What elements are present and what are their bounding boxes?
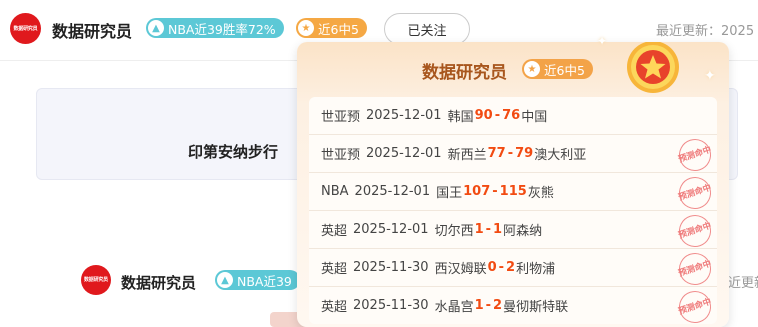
match-home-score: 1: [474, 298, 484, 313]
arrow-up-icon: ▲: [148, 20, 164, 36]
match-home-team: 水晶宫: [434, 300, 474, 315]
avatar-2-text: 数据研究员: [83, 277, 108, 283]
match-league: 英超: [321, 262, 348, 277]
match-league: 世亚预: [321, 110, 361, 125]
match-away-team: 澳大利亚: [534, 148, 587, 163]
match-date: 2025-12-01: [353, 222, 429, 237]
match-row[interactable]: 英超 2025-11-30 西汉姆联 0 - 2 利物浦 预测命中: [309, 248, 717, 290]
match-home-score: 0: [487, 260, 497, 275]
match-away-score: 79: [515, 146, 534, 161]
popover-streak-text: 近6中5: [544, 62, 585, 78]
prediction-hit-stamp: 预测命中: [674, 210, 716, 252]
match-home-team: 国王: [436, 186, 463, 201]
prediction-popover: 数据研究员 ★ 近6中5 世亚预 2025-12-01 韩国 90 - 76 中国 世亚预…: [297, 42, 729, 327]
match-away-team: 曼彻斯特联: [503, 300, 569, 315]
nba-winrate-text-2: NBA近39: [237, 273, 292, 289]
match-list: 世亚预 2025-12-01 韩国 90 - 76 中国 世亚预 2025-12-01 新西兰…: [309, 97, 717, 327]
nba-winrate-text: NBA近39胜率72%: [168, 21, 276, 37]
match-away-score: 1: [493, 222, 503, 237]
match-away-score: 115: [499, 184, 527, 199]
match-league: 英超: [321, 300, 348, 315]
match-league: 世亚预: [321, 148, 361, 163]
match-league: 英超: [321, 224, 348, 239]
match-home-score: 77: [487, 146, 506, 161]
match-score-separator: -: [498, 260, 505, 275]
match-date: 2025-12-01: [366, 108, 442, 123]
streak-text: 近6中5: [318, 21, 359, 37]
avatar[interactable]: 数据研究员: [10, 13, 41, 44]
star-icon: ★: [524, 61, 540, 77]
match-home-team: 韩国: [447, 110, 474, 125]
prediction-hit-stamp: 预测命中: [674, 134, 716, 176]
match-home-team: 西汉姆联: [434, 262, 487, 277]
prediction-hit-stamp: 预测命中: [674, 248, 716, 290]
match-away-score: 76: [502, 108, 521, 123]
match-score-separator: -: [507, 146, 514, 161]
match-date: 2025-11-30: [353, 298, 429, 313]
match-league: NBA: [321, 184, 349, 199]
match-score-separator: -: [485, 298, 492, 313]
match-away-team: 阿森纳: [503, 224, 543, 239]
match-away-team: 利物浦: [516, 262, 556, 277]
prediction-hit-stamp: 预测命中: [674, 286, 716, 327]
sparkle-icon: ✦: [704, 68, 716, 84]
popover-streak-badge: ★ 近6中5: [522, 59, 593, 79]
match-score-separator: -: [485, 222, 492, 237]
match-row[interactable]: 英超 2025-11-30 水晶宫 1 - 2 曼彻斯特联 预测命中: [309, 286, 717, 327]
match-score-separator: -: [492, 184, 498, 199]
match-home-team: 切尔西: [434, 224, 474, 239]
match-home-score: 1: [474, 222, 484, 237]
prediction-hit-stamp: 预测命中: [674, 172, 716, 214]
author-name[interactable]: 数据研究员: [52, 18, 132, 42]
arrow-up-icon: ▲: [217, 272, 233, 288]
match-away-score: 2: [506, 260, 516, 275]
match-date: 2025-12-01: [366, 146, 442, 161]
match-row[interactable]: 世亚预 2025-12-01 新西兰 77 - 79 澳大利亚 预测命中: [309, 134, 717, 176]
match-home-score: 107: [463, 184, 491, 199]
match-away-team: 中国: [521, 110, 548, 125]
match-row[interactable]: 英超 2025-12-01 切尔西 1 - 1 阿森纳 预测命中: [309, 210, 717, 252]
nba-winrate-badge-2: ▲ NBA近39: [215, 270, 300, 290]
medal-star-icon: [627, 42, 679, 93]
match-row[interactable]: NBA 2025-12-01 国王 107 - 115 灰熊 预测命中: [309, 172, 717, 214]
match-home-team: 新西兰: [447, 148, 487, 163]
sparkle-icon: ✦: [597, 34, 608, 48]
author-name-2[interactable]: 数据研究员: [121, 272, 196, 293]
match-date: 2025-12-01: [354, 184, 431, 199]
match-away-score: 2: [493, 298, 503, 313]
avatar-text: 数据研究员: [13, 25, 38, 32]
match-away-team: 灰熊: [527, 186, 554, 201]
card-title: 印第安纳步行: [188, 143, 279, 161]
last-updated: 最近更新：2025: [656, 24, 755, 39]
last-updated-2: 近更新: [728, 276, 758, 291]
nba-winrate-badge: ▲ NBA近39胜率72%: [146, 18, 284, 38]
streak-badge[interactable]: ★ 近6中5: [296, 18, 367, 38]
match-date: 2025-11-30: [353, 260, 429, 275]
follow-button[interactable]: 已关注: [384, 13, 470, 45]
popover-title: 数据研究员: [422, 63, 507, 83]
star-icon: ★: [298, 20, 314, 36]
avatar-2[interactable]: 数据研究员: [81, 265, 111, 295]
match-score-separator: -: [494, 108, 501, 123]
match-home-score: 90: [474, 108, 493, 123]
match-row[interactable]: 世亚预 2025-12-01 韩国 90 - 76 中国: [309, 97, 717, 135]
